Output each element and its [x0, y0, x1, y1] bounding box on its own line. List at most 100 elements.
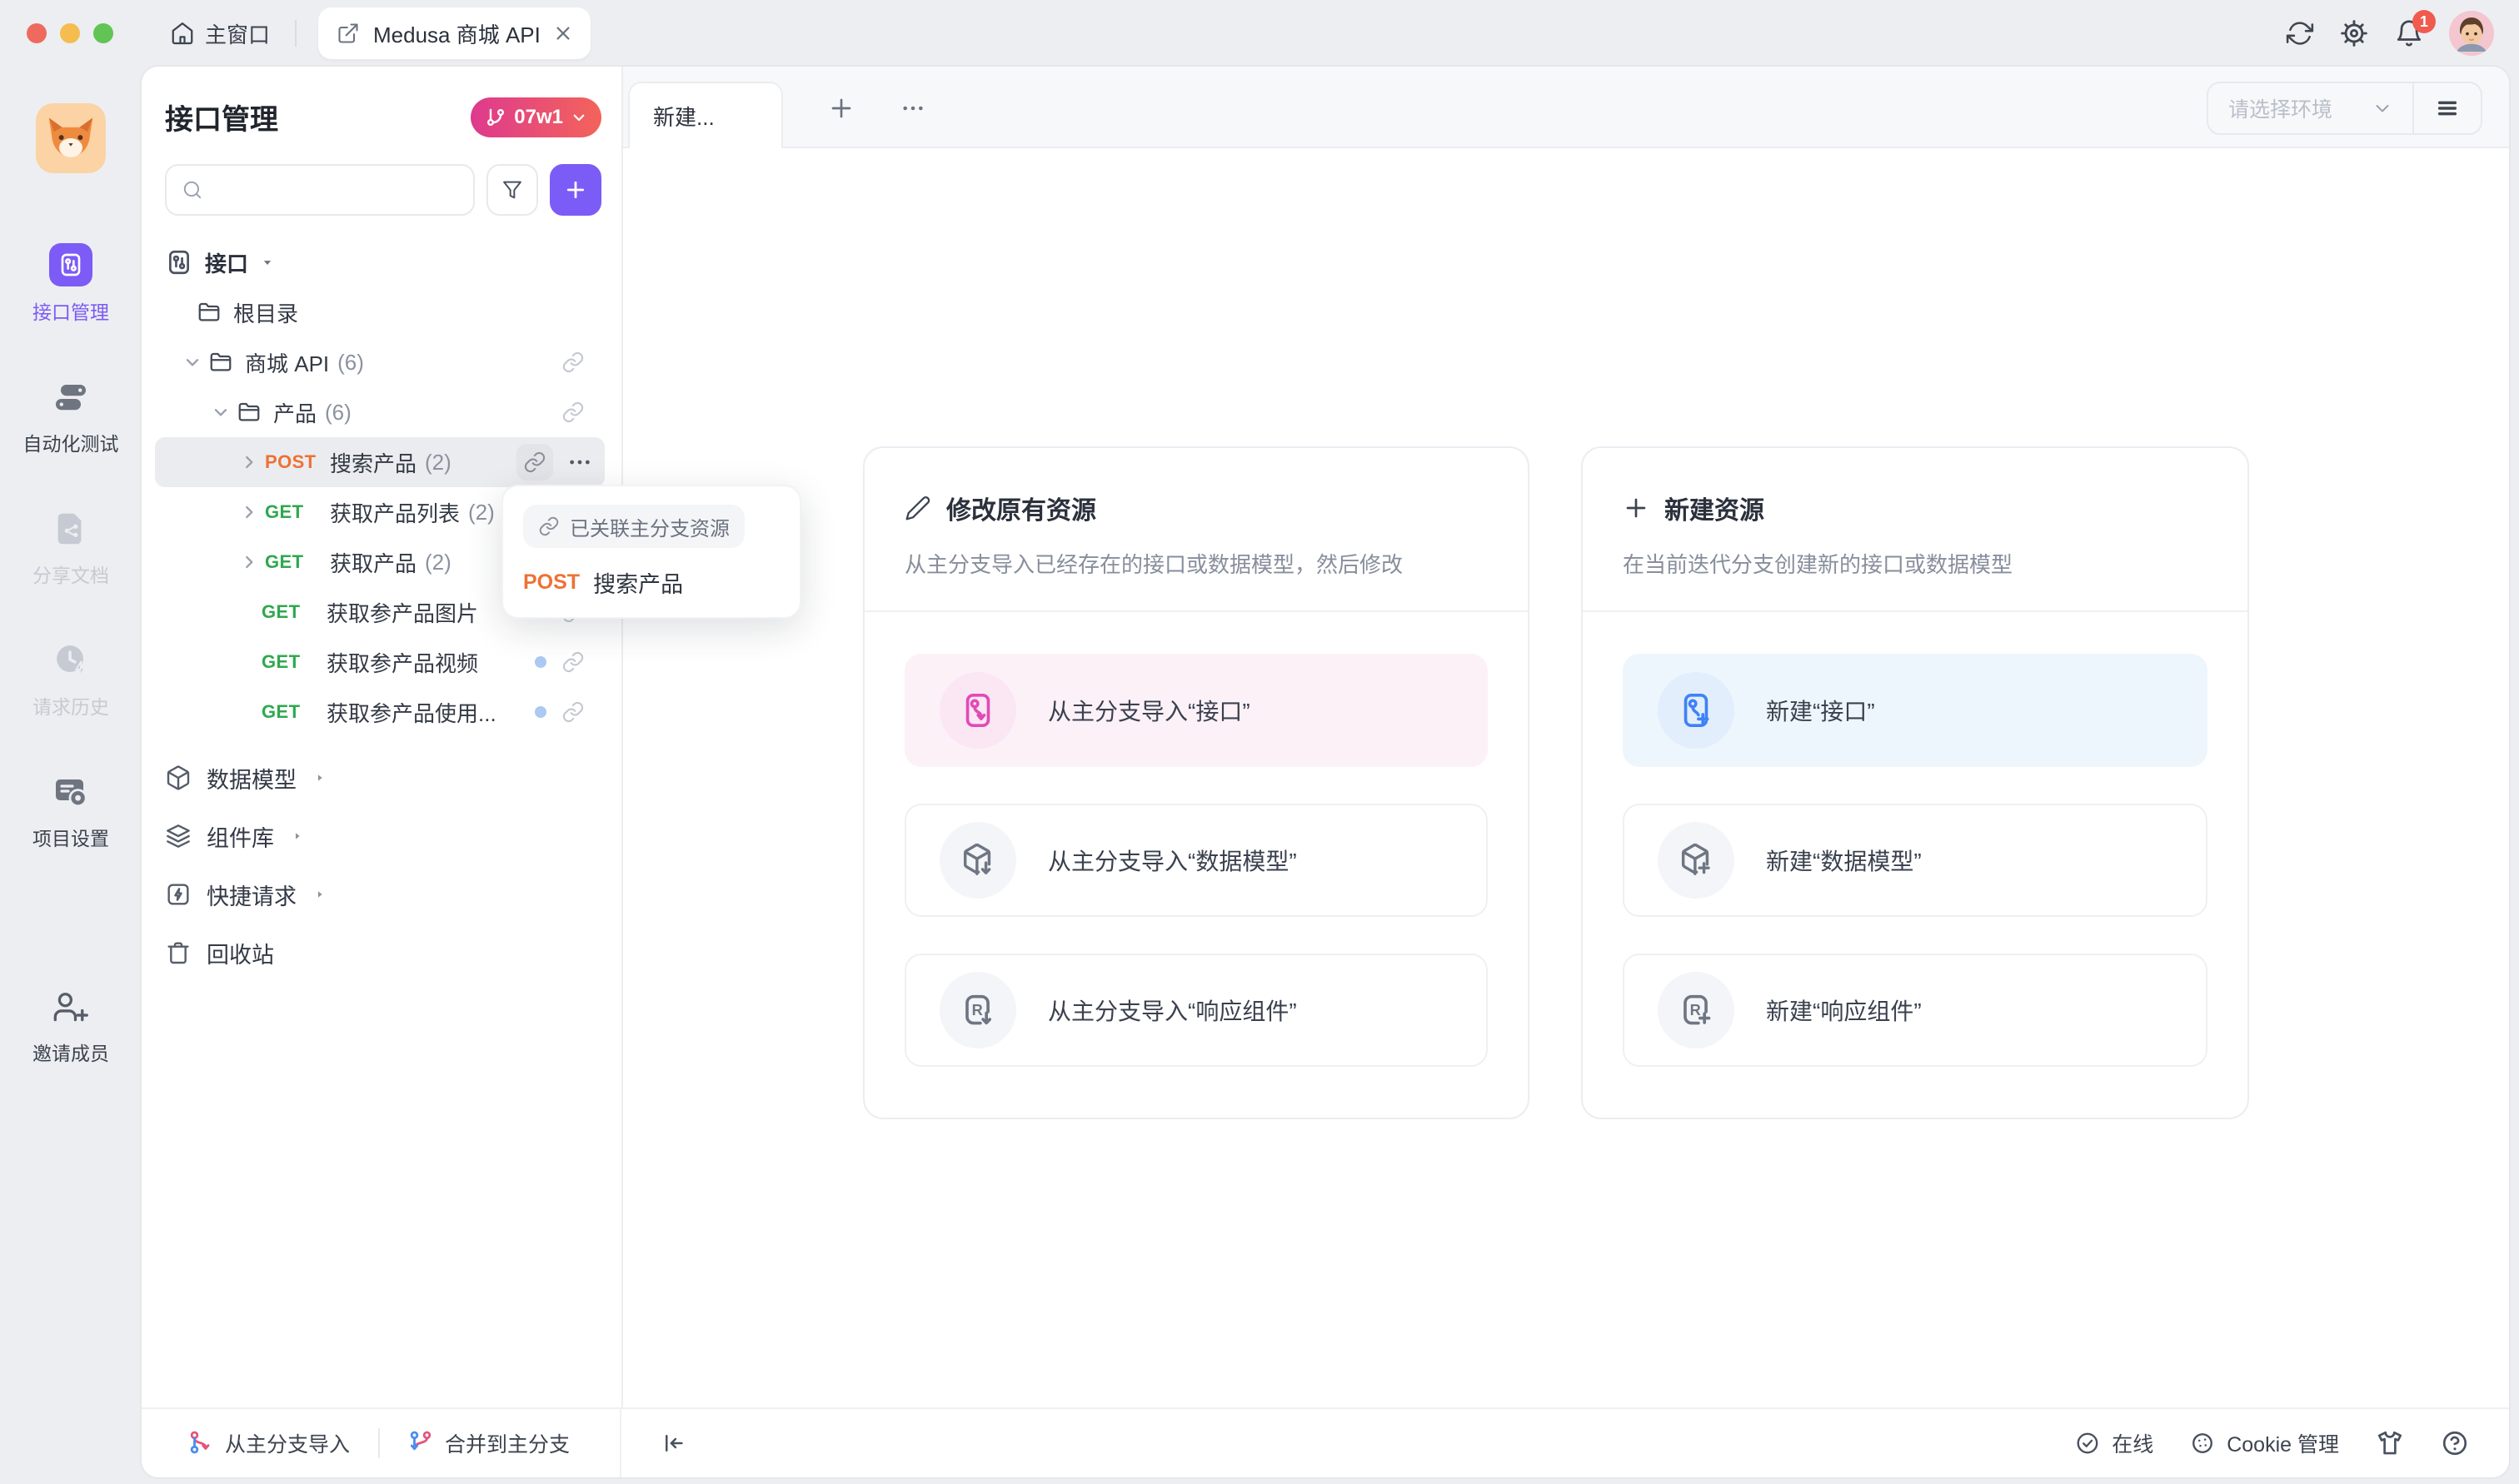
help-icon[interactable] — [2441, 1429, 2469, 1457]
tree-row-count: (2) — [468, 500, 495, 525]
merge-to-main-button[interactable]: 合并到主分支 — [408, 1428, 570, 1458]
linked-resource-chip-label: 已关联主分支资源 — [570, 512, 730, 541]
method-badge: GET — [262, 651, 327, 673]
tree-row-folder-root[interactable]: 根目录 — [142, 287, 621, 337]
app-window: 主窗口 Medusa 商城 API 1 — [0, 0, 2519, 1484]
api-management-icon — [49, 243, 92, 286]
api-new-icon — [1658, 672, 1734, 749]
tree-section-component-library[interactable]: 组件库 — [142, 807, 621, 865]
tree-row-label: 获取产品列表 — [330, 497, 460, 528]
environment-select[interactable]: 请选择环境 — [2208, 83, 2412, 133]
import-model-from-main-button[interactable]: 从主分支导入“数据模型” — [905, 804, 1488, 917]
tree-section-quick-requests[interactable]: 快捷请求 — [142, 865, 621, 924]
tree-row-count: (6) — [325, 400, 352, 426]
chevron-right-icon[interactable] — [238, 451, 260, 473]
close-tab-icon[interactable] — [554, 24, 572, 42]
import-api-from-main-button[interactable]: 从主分支导入“接口” — [905, 654, 1488, 767]
online-status[interactable]: 在线 — [2075, 1428, 2153, 1458]
link-icon — [561, 650, 585, 674]
import-response-from-main-button[interactable]: R 从主分支导入“响应组件” — [905, 954, 1488, 1067]
status-bar: 从主分支导入 合并到主分支 在线 Co — [142, 1407, 2509, 1477]
new-model-button[interactable]: 新建“数据模型” — [1623, 804, 2207, 917]
minimize-window-button[interactable] — [60, 23, 80, 43]
tree-row-request-get-product-videos[interactable]: GET 获取参产品视频 — [142, 637, 621, 687]
card-title: 修改原有资源 — [946, 490, 1096, 526]
chevron-down-icon — [571, 110, 586, 125]
search-input[interactable] — [165, 164, 475, 216]
footer-divider — [378, 1428, 380, 1458]
caret-right-icon — [313, 771, 327, 784]
tab-home[interactable]: 主窗口 — [170, 18, 270, 49]
rail-item-api-management[interactable]: 接口管理 — [32, 243, 109, 325]
chevron-down-icon[interactable] — [210, 401, 232, 423]
tshirt-theme-icon[interactable] — [2376, 1429, 2404, 1457]
online-label: 在线 — [2112, 1428, 2153, 1458]
link-icon — [538, 515, 560, 537]
notifications-button[interactable]: 1 — [2394, 18, 2424, 48]
settings-gear-icon[interactable] — [2339, 18, 2369, 48]
request-history-icon — [50, 640, 92, 681]
branch-import-icon — [188, 1431, 213, 1456]
card-subtitle: 从主分支导入已经存在的接口或数据模型，然后修改 — [905, 548, 1488, 610]
close-window-button[interactable] — [27, 23, 47, 43]
modified-indicator-dot — [535, 656, 546, 668]
tree-row-label: 获取参产品图片 — [327, 597, 478, 628]
new-response-button[interactable]: R 新建“响应组件” — [1623, 954, 2207, 1067]
tree-row-request-search-product[interactable]: POST 搜索产品 (2) — [155, 437, 605, 487]
branch-name: 07w1 — [514, 106, 563, 129]
rail-item-automated-testing[interactable]: 自动化测试 — [23, 376, 119, 456]
tree-section-apis[interactable]: 接口 — [142, 237, 621, 287]
import-from-main-button[interactable]: 从主分支导入 — [188, 1428, 350, 1458]
rail-item-label: 项目设置 — [32, 823, 109, 851]
user-avatar[interactable] — [2449, 11, 2494, 56]
caret-right-icon — [291, 829, 304, 843]
tab-list-more-icon[interactable] — [900, 95, 926, 122]
card-item-label: 新建“数据模型” — [1766, 844, 1922, 877]
rail-item-project-settings[interactable]: 项目设置 — [32, 771, 109, 851]
pencil-icon — [905, 495, 931, 521]
environment-menu-button[interactable] — [2414, 83, 2481, 133]
tab-project[interactable]: Medusa 商城 API — [318, 7, 591, 59]
rail-item-request-history[interactable]: 请求历史 — [32, 640, 109, 720]
card-item-label: 新建“接口” — [1766, 694, 1875, 727]
api-sidebar: 接口管理 07w1 — [142, 67, 623, 1407]
collapse-sidebar-icon[interactable] — [661, 1431, 686, 1456]
project-logo[interactable] — [36, 103, 106, 173]
sync-icon[interactable] — [2286, 19, 2314, 47]
more-actions-icon[interactable] — [566, 449, 593, 476]
add-resource-button[interactable] — [550, 164, 601, 216]
link-icon — [561, 700, 585, 724]
tree-row-request-get-product-usage[interactable]: GET 获取参产品使用... — [142, 687, 621, 737]
filter-button[interactable] — [486, 164, 538, 216]
main-area: 新建... 请选择环境 — [623, 67, 2509, 1407]
tree-section-label: 组件库 — [207, 820, 274, 853]
zoom-window-button[interactable] — [93, 23, 113, 43]
new-tab-plus-icon[interactable] — [828, 95, 855, 122]
card-subtitle: 在当前迭代分支创建新的接口或数据模型 — [1623, 548, 2207, 610]
caret-right-icon — [313, 888, 327, 901]
linked-resource-chip: 已关联主分支资源 — [523, 505, 745, 548]
window-titlebar: 主窗口 Medusa 商城 API 1 — [0, 0, 2519, 67]
link-icon — [561, 401, 585, 424]
modified-indicator-dot — [535, 706, 546, 718]
tree-row-folder-mall-api[interactable]: 商城 API (6) — [142, 337, 621, 387]
new-api-button[interactable]: 新建“接口” — [1623, 654, 2207, 767]
popup-resource-item[interactable]: POST 搜索产品 — [523, 566, 780, 599]
tree-section-label: 快捷请求 — [207, 879, 297, 911]
tree-section-data-models[interactable]: 数据模型 — [142, 749, 621, 807]
merge-to-main-label: 合并到主分支 — [445, 1428, 570, 1458]
branch-selector[interactable]: 07w1 — [471, 97, 601, 137]
folder-icon — [237, 400, 262, 425]
rail-item-invite-members[interactable]: 邀请成员 — [32, 986, 109, 1066]
chevron-right-icon[interactable] — [238, 501, 260, 523]
rail-item-share-docs[interactable]: 分享文档 — [32, 508, 109, 588]
tree-row-folder-product[interactable]: 产品 (6) — [142, 387, 621, 437]
chevron-right-icon[interactable] — [238, 551, 260, 573]
chevron-down-icon[interactable] — [182, 351, 203, 373]
tree-section-recycle-bin[interactable]: 回收站 — [142, 924, 621, 982]
method-badge: GET — [265, 551, 330, 573]
linked-main-branch-button[interactable] — [516, 444, 553, 481]
cookie-manager-button[interactable]: Cookie 管理 — [2190, 1428, 2339, 1458]
tree-row-count: (6) — [337, 350, 364, 376]
tab-new-document[interactable]: 新建... — [628, 82, 783, 148]
